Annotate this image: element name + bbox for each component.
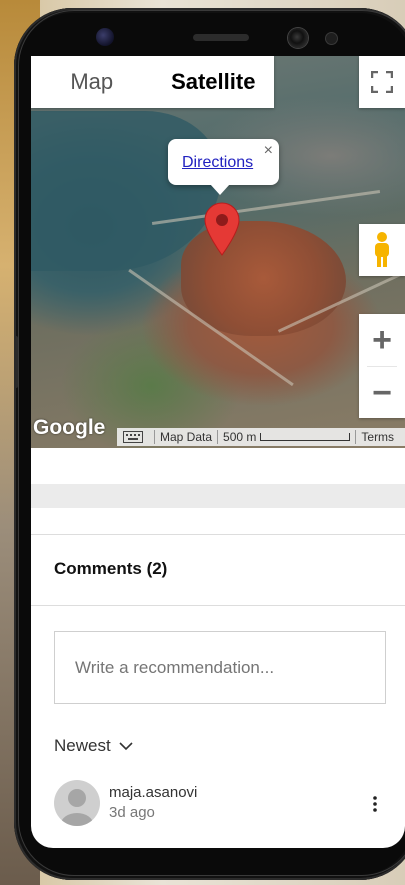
divider (31, 605, 405, 606)
terms-link[interactable]: Terms (361, 430, 394, 444)
map-pin-icon[interactable] (204, 202, 240, 256)
default-avatar-icon[interactable] (54, 780, 100, 826)
directions-link[interactable]: Directions (182, 154, 253, 172)
phone-side-button (14, 336, 18, 388)
map-scale-label[interactable]: 500 m (223, 430, 256, 444)
tab-satellite[interactable]: Satellite (153, 56, 275, 108)
sort-dropdown[interactable]: Newest (54, 736, 133, 756)
map-info-window: Directions × (168, 139, 279, 195)
map-scale-bar (260, 433, 351, 441)
comment-timestamp: 3d ago (109, 804, 155, 821)
recommendation-input[interactable] (54, 631, 386, 704)
keyboard-icon[interactable] (123, 431, 143, 443)
map-data-link[interactable]: Map Data (160, 430, 212, 444)
earpiece (193, 34, 249, 41)
proximity-sensor-icon (326, 33, 337, 44)
chevron-down-icon (119, 742, 133, 751)
zoom-controls: + − (359, 314, 405, 418)
divider (31, 534, 405, 535)
close-icon[interactable]: × (264, 142, 273, 160)
street-view-button[interactable] (359, 224, 405, 276)
fullscreen-icon (371, 71, 393, 93)
zoom-out-button[interactable]: − (359, 367, 405, 419)
front-sensor-icon (96, 28, 114, 46)
sort-label: Newest (54, 736, 111, 755)
attribution-separator (154, 430, 155, 444)
content-placeholder-bar (31, 484, 405, 508)
satellite-map[interactable]: Map Satellite + − Directions × Google Ma… (31, 56, 405, 448)
comments-heading: Comments (2) (54, 559, 168, 578)
map-type-tabs: Map Satellite (31, 56, 274, 108)
zoom-in-button[interactable]: + (359, 314, 405, 366)
map-attribution-bar: Map Data 500 m Terms (117, 428, 405, 446)
pegman-icon (375, 232, 389, 267)
attribution-separator (217, 430, 219, 444)
phone-screen: Map Satellite + − Directions × Google Ma… (31, 56, 405, 848)
more-vertical-icon[interactable] (369, 794, 381, 814)
attribution-separator (355, 430, 357, 444)
comment-author[interactable]: maja.asanovi (109, 784, 197, 801)
fullscreen-button[interactable] (359, 56, 405, 108)
front-camera-icon (288, 28, 308, 48)
google-logo: Google (33, 416, 106, 439)
tab-map[interactable]: Map (31, 56, 153, 108)
